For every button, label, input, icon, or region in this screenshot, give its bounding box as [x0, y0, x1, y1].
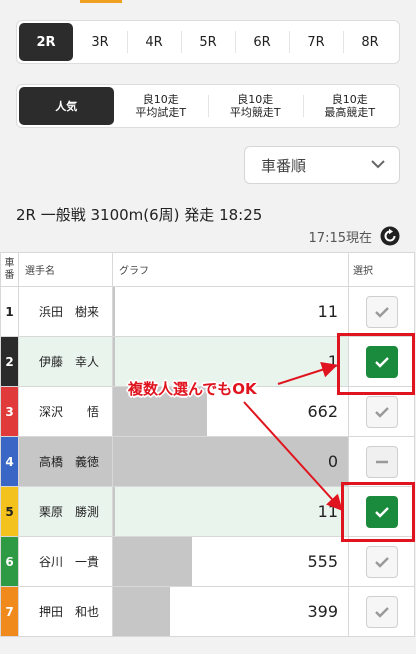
rider-name: 栗原 勝測 [18, 486, 113, 537]
update-time: 17:15現在 [308, 230, 372, 246]
graph-value: 662 [307, 402, 338, 421]
car-number: 1 [0, 286, 19, 337]
select-header: 選択 [348, 252, 415, 287]
sort-order-select[interactable]: 車番順 [244, 146, 400, 184]
car-number: 5 [0, 486, 19, 537]
rider-name-header: 選手名 [18, 252, 113, 287]
select-checkbox[interactable] [365, 595, 398, 628]
rider-name: 伊藤 幸人 [18, 336, 113, 387]
race-selector: 2R 3R 4R 5R 6R 7R 8R [16, 20, 400, 64]
graph-value: 555 [307, 552, 338, 571]
select-cell [348, 436, 415, 487]
chevron-down-icon [371, 160, 385, 169]
check-icon [374, 606, 389, 618]
rider-table: 車 番 選手名 グラフ 選択 1 浜田 樹来 11 2 伊藤 幸人 1 3 深沢 悟 662 4 高… [0, 252, 415, 637]
rider-name: 高橋 義徳 [18, 436, 113, 487]
sort-tab-2[interactable]: 良10走 平均競走T [208, 87, 303, 125]
graph-bar [113, 587, 170, 636]
sort-tab-3[interactable]: 良10走 最高競走T [302, 87, 398, 125]
select-cell [348, 286, 415, 337]
car-number: 3 [0, 386, 19, 437]
select-cell [348, 586, 415, 637]
graph-value: 0 [327, 452, 338, 471]
select-checkbox[interactable] [365, 545, 398, 578]
graph-value: 11 [317, 502, 338, 521]
rider-name: 浜田 樹来 [18, 286, 113, 337]
race-tab-1[interactable]: 3R [73, 23, 127, 61]
graph-cell: 555 [112, 536, 349, 587]
sort-tab-0[interactable]: 人気 [19, 87, 114, 125]
race-info: 2R 一般戦 3100m(6周) 発走 18:25 [16, 206, 263, 224]
rider-name: 深沢 悟 [18, 386, 113, 437]
table-row: 1 浜田 樹来 11 [0, 286, 415, 337]
check-icon [374, 306, 389, 318]
table-row: 4 高橋 義徳 0 [0, 436, 415, 487]
graph-value: 11 [317, 302, 338, 321]
check-icon [374, 406, 389, 418]
sort-tab-1[interactable]: 良10走 平均試走T [114, 87, 209, 125]
graph-bar [113, 487, 115, 536]
sort-mode-selector: 人気 良10走 平均試走T 良10走 平均競走T 良10走 最高競走T [16, 84, 400, 128]
car-number: 2 [0, 336, 19, 387]
car-number: 4 [0, 436, 19, 487]
rider-name: 谷川 一貴 [18, 536, 113, 587]
annotation-text: 複数人選んでもOK [128, 380, 257, 398]
graph-header: グラフ [112, 252, 349, 287]
table-header: 車 番 選手名 グラフ 選択 [0, 252, 415, 287]
active-tab-indicator [80, 0, 122, 3]
select-checkbox [365, 445, 398, 478]
sort-order-value: 車番順 [261, 156, 307, 175]
select-cell [348, 536, 415, 587]
graph-cell: 0 [112, 436, 349, 487]
select-checkbox[interactable] [365, 295, 398, 328]
graph-bar [113, 337, 115, 386]
select-checkbox[interactable] [365, 395, 398, 428]
graph-cell: 11 [112, 286, 349, 337]
race-tab-2[interactable]: 4R [127, 23, 181, 61]
race-tab-5[interactable]: 7R [289, 23, 343, 61]
graph-cell: 399 [112, 586, 349, 637]
car-number-header: 車 番 [0, 252, 19, 287]
update-time-row: 17:15現在 [309, 225, 400, 247]
race-tab-4[interactable]: 6R [235, 23, 289, 61]
car-number: 6 [0, 536, 19, 587]
highlight-box-row-5 [341, 482, 415, 542]
race-tab-0[interactable]: 2R [19, 23, 73, 61]
race-tab-6[interactable]: 8R [343, 23, 397, 61]
highlight-box-row-2 [337, 333, 415, 395]
table-row: 6 谷川 一貴 555 [0, 536, 415, 587]
car-number: 7 [0, 586, 19, 637]
minus-icon [375, 460, 388, 463]
check-icon [374, 556, 389, 568]
race-tab-3[interactable]: 5R [181, 23, 235, 61]
graph-value: 399 [307, 602, 338, 621]
rider-name: 押田 和也 [18, 586, 113, 637]
refresh-icon[interactable] [380, 226, 400, 246]
graph-bar [113, 287, 115, 336]
table-row: 7 押田 和也 399 [0, 586, 415, 637]
graph-cell: 11 [112, 486, 349, 537]
graph-bar [113, 537, 192, 586]
